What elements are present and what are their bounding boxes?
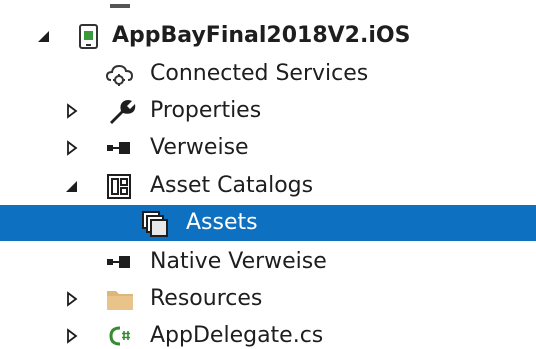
project-label: AppBayFinal2018V2.iOS bbox=[112, 23, 411, 48]
ios-project-icon bbox=[72, 18, 104, 54]
collapsed-arrow-icon[interactable] bbox=[62, 93, 82, 129]
tree-item-verweise[interactable]: Verweise bbox=[0, 130, 536, 166]
tree-item-resources[interactable]: Resources bbox=[0, 281, 536, 317]
cloud-gear-icon bbox=[104, 56, 136, 92]
expanded-arrow-icon[interactable] bbox=[34, 18, 54, 54]
assets-stack-icon bbox=[140, 205, 172, 241]
references-icon bbox=[104, 244, 136, 280]
asset-catalog-icon bbox=[104, 168, 136, 204]
tree-item-assets[interactable]: Assets bbox=[0, 205, 536, 241]
references-icon bbox=[104, 130, 136, 166]
tree-item-asset-catalogs[interactable]: Asset Catalogs bbox=[0, 168, 536, 204]
folder-icon bbox=[104, 281, 136, 317]
tree-item-properties[interactable]: Properties bbox=[0, 93, 536, 129]
wrench-icon bbox=[104, 93, 136, 129]
collapsed-arrow-icon[interactable] bbox=[62, 130, 82, 166]
tree-row-cut-off bbox=[0, 0, 536, 18]
tree-item-label: Resources bbox=[150, 286, 263, 311]
tree-item-label: Assets bbox=[186, 210, 258, 235]
tree-item-connected-services[interactable]: Connected Services bbox=[0, 56, 536, 92]
solution-explorer-tree: AppBayFinal2018V2.iOS Connected Services… bbox=[0, 0, 536, 349]
collapsed-arrow-icon[interactable] bbox=[62, 281, 82, 317]
tree-item-label: Asset Catalogs bbox=[150, 173, 314, 198]
csharp-file-icon bbox=[104, 318, 136, 349]
tree-item-label: Connected Services bbox=[150, 61, 369, 86]
tree-item-native-verweise[interactable]: Native Verweise bbox=[0, 244, 536, 280]
tree-item-project[interactable]: AppBayFinal2018V2.iOS bbox=[0, 18, 536, 54]
tree-item-label: Native Verweise bbox=[150, 249, 327, 274]
expanded-arrow-icon[interactable] bbox=[62, 168, 82, 204]
tree-item-label: Verweise bbox=[150, 135, 249, 160]
tree-item-label: AppDelegate.cs bbox=[150, 323, 324, 348]
collapsed-arrow-icon[interactable] bbox=[62, 318, 82, 349]
tree-item-label: Properties bbox=[150, 98, 262, 123]
cut-off-icon bbox=[104, 0, 136, 18]
tree-item-appdelegate[interactable]: AppDelegate.cs bbox=[0, 318, 536, 349]
